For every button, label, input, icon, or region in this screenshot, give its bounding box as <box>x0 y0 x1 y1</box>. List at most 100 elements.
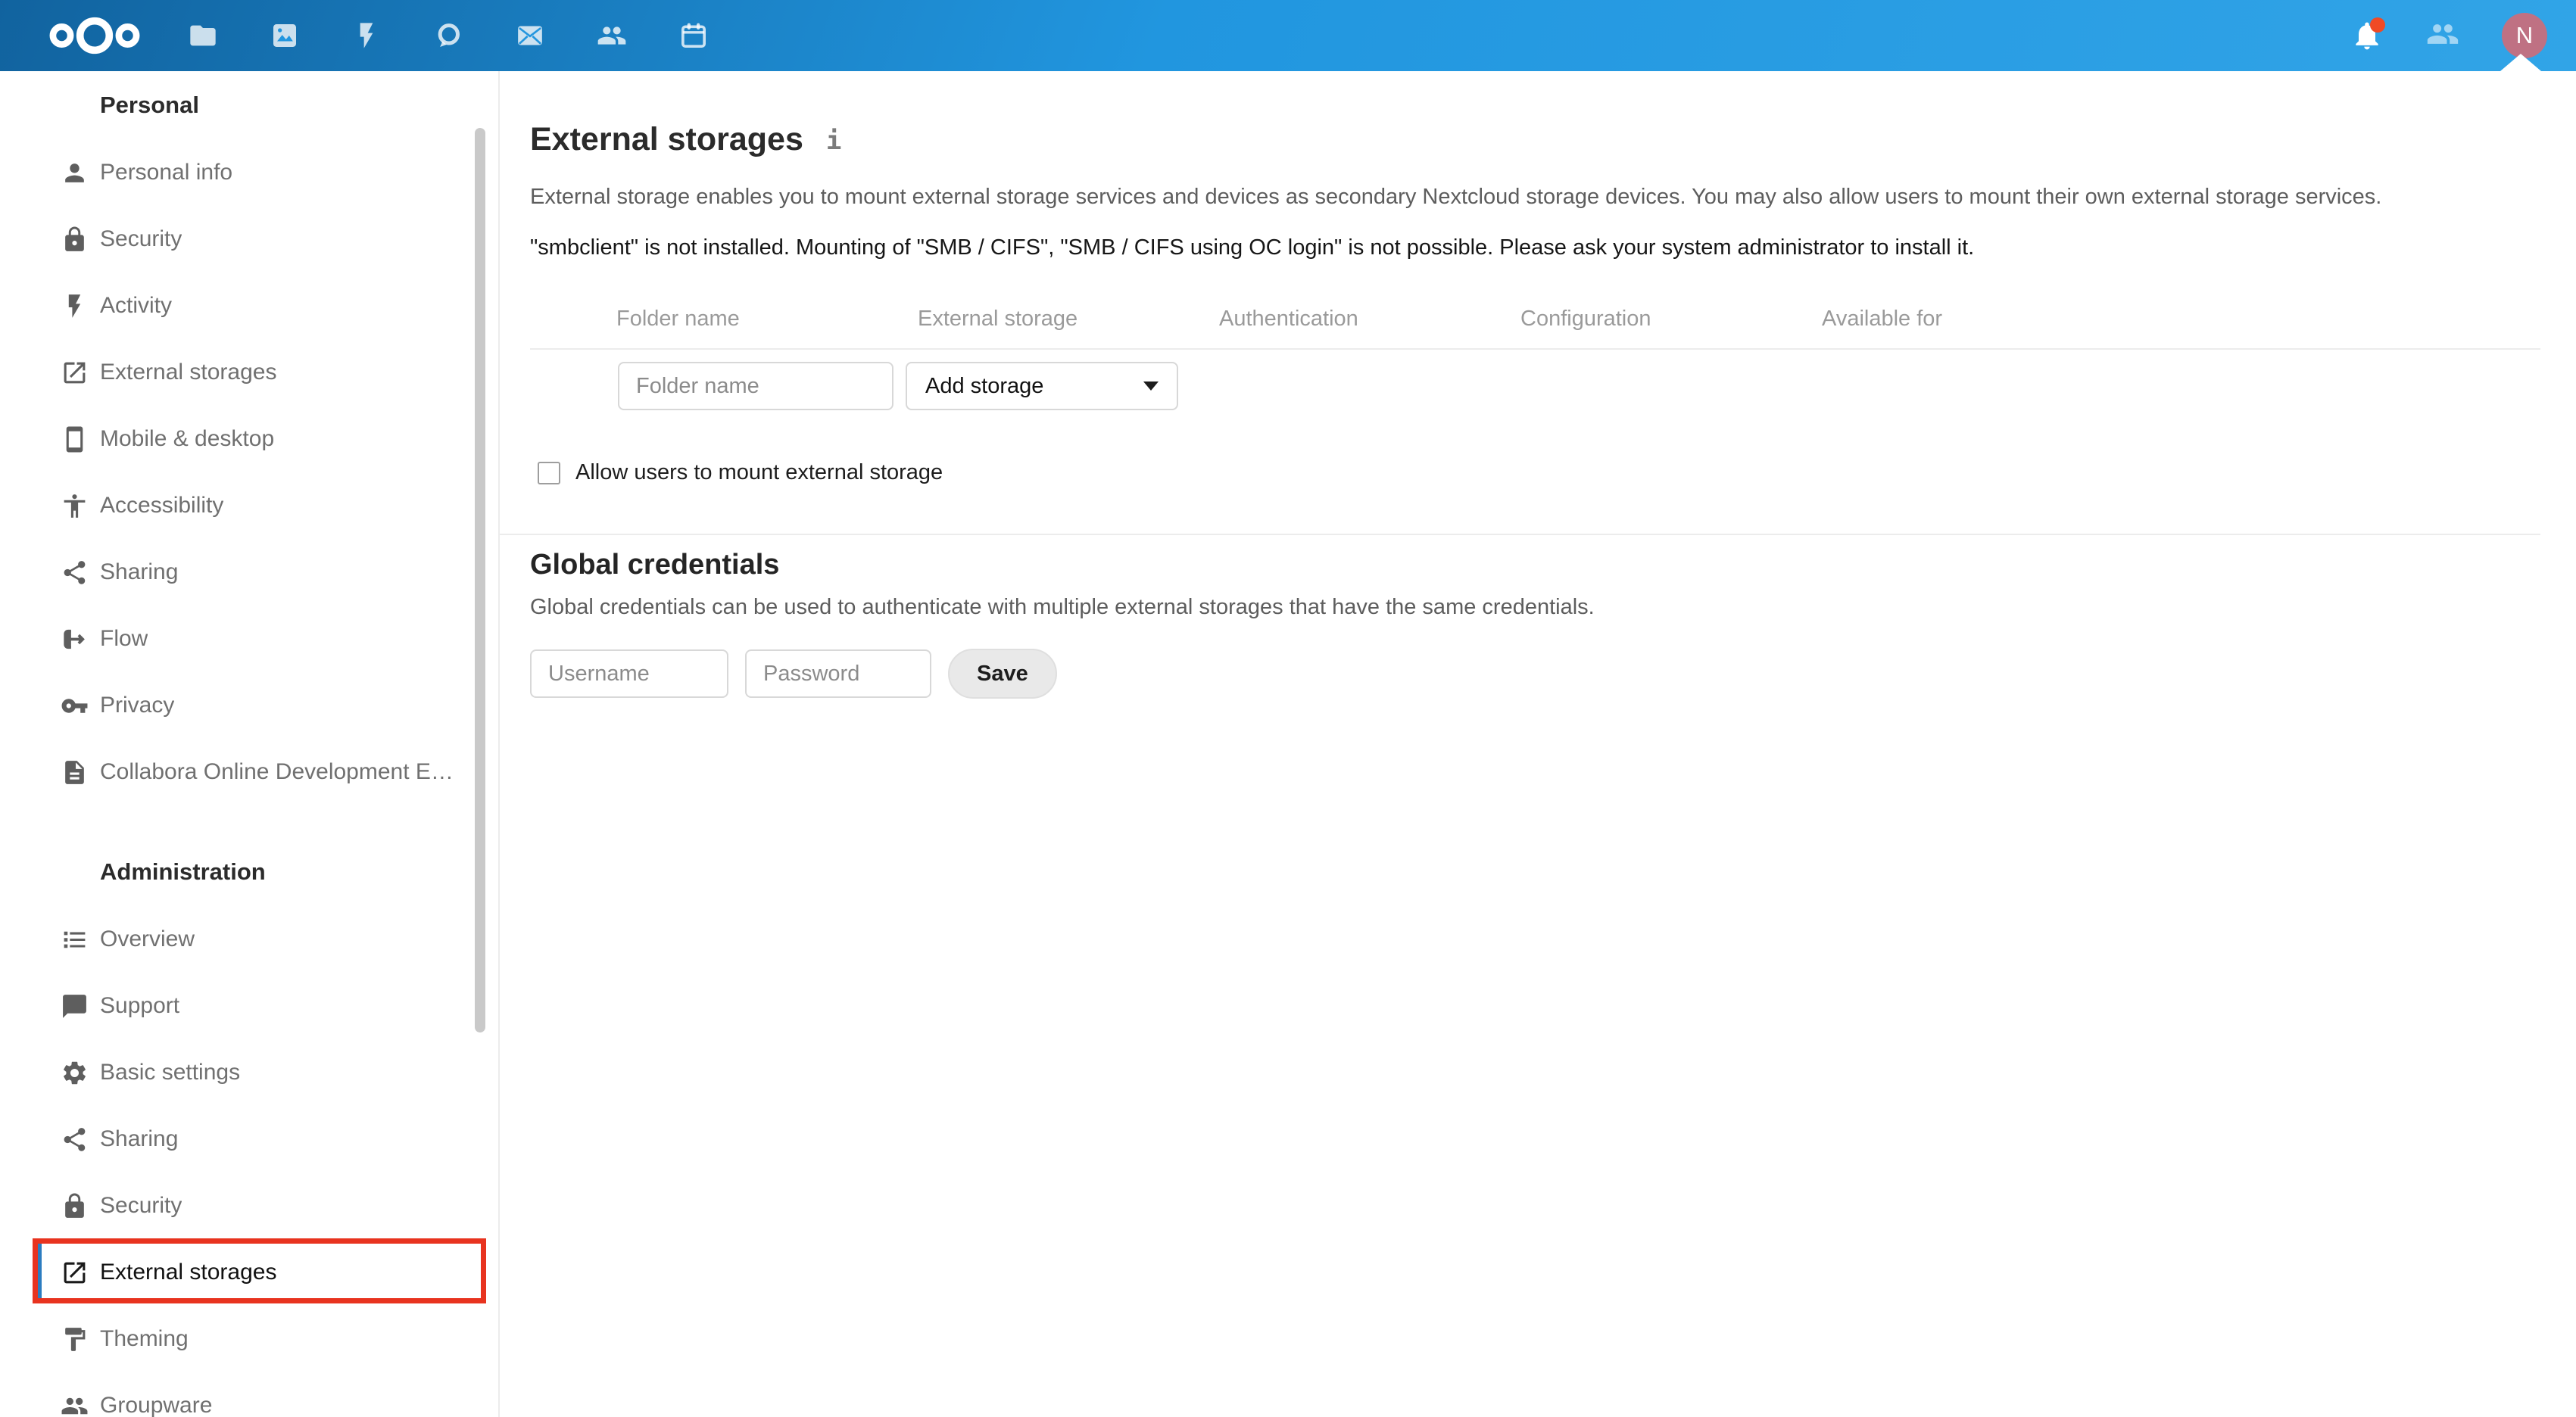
new-storage-row: Add storage <box>530 362 2540 410</box>
sidebar-item-security-admin[interactable]: Security <box>0 1173 498 1239</box>
smbclient-warning-text: "smbclient" is not installed. Mounting o… <box>530 235 1975 260</box>
password-field[interactable] <box>745 649 931 698</box>
sidebar-item-label: External storages <box>100 360 277 385</box>
section-title-personal: Personal <box>100 92 199 118</box>
photos-icon[interactable] <box>270 20 300 51</box>
notification-dot <box>2370 17 2385 33</box>
activity-icon[interactable] <box>351 20 382 51</box>
sidebar-item-accessibility[interactable]: Accessibility <box>0 472 498 539</box>
sidebar-item-basic-settings[interactable]: Basic settings <box>0 1039 498 1106</box>
sidebar-item-label: Security <box>100 1193 182 1218</box>
add-storage-select-value: Add storage <box>925 373 1044 398</box>
sidebar-item-collabora[interactable]: Collabora Online Development Edit… <box>0 739 498 805</box>
sidebar-item-label: Basic settings <box>100 1060 241 1085</box>
flow-icon <box>59 624 89 654</box>
top-bar: N <box>0 0 2576 71</box>
phone-icon <box>59 424 89 454</box>
talk-icon[interactable] <box>433 20 463 51</box>
user-icon <box>59 157 89 188</box>
sidebar-item-privacy[interactable]: Privacy <box>0 672 498 739</box>
sidebar-item-flow[interactable]: Flow <box>0 606 498 672</box>
sidebar-item-activity[interactable]: Activity <box>0 272 498 339</box>
global-credentials-description: Global credentials can be used to authen… <box>530 595 1595 619</box>
personal-nav-list: Personal info Security Activity External… <box>0 139 498 805</box>
sidebar-item-label: Privacy <box>100 693 175 718</box>
administration-nav-list: Overview Support Basic settings Sharing … <box>0 906 498 1417</box>
sidebar-item-label: Sharing <box>100 1126 179 1151</box>
files-icon[interactable] <box>188 20 218 51</box>
table-header-divider <box>530 348 2540 350</box>
external-link-icon <box>59 1257 89 1288</box>
sidebar-item-external-storages-admin[interactable]: External storages <box>0 1238 498 1306</box>
paint-roller-icon <box>59 1324 89 1354</box>
nextcloud-logo-icon[interactable] <box>44 14 145 58</box>
column-header-external-storage: External storage <box>918 307 1078 331</box>
sidebar-item-external-storages-personal[interactable]: External storages <box>0 339 498 406</box>
sidebar-item-label: Collabora Online Development Edit… <box>100 759 456 784</box>
column-header-configuration: Configuration <box>1520 307 1651 331</box>
allow-users-mount-label[interactable]: Allow users to mount external storage <box>575 460 943 485</box>
share-icon <box>59 1124 89 1154</box>
sidebar-item-label: Flow <box>100 626 148 651</box>
external-storages-settings-panel: External storages i External storage ena… <box>500 71 2576 1417</box>
mail-icon[interactable] <box>515 20 545 51</box>
allow-mount-row: Allow users to mount external storage <box>530 460 2540 485</box>
share-icon <box>59 557 89 587</box>
sidebar-item-label: Theming <box>100 1326 189 1351</box>
calendar-icon[interactable] <box>678 20 709 51</box>
lock-icon <box>59 1191 89 1221</box>
global-credentials-title: Global credentials <box>530 549 780 581</box>
storage-table-header: Folder name External storage Authenticat… <box>530 307 2540 332</box>
folder-name-input[interactable] <box>618 362 893 410</box>
chevron-down-icon <box>1143 382 1159 391</box>
document-icon <box>59 757 89 787</box>
sidebar-item-label: Support <box>100 993 180 1018</box>
accessibility-icon <box>59 490 89 521</box>
sidebar-item-label: Groupware <box>100 1393 213 1417</box>
people-icon <box>59 1391 89 1417</box>
sidebar-item-mobile-desktop[interactable]: Mobile & desktop <box>0 406 498 472</box>
info-icon[interactable]: i <box>826 126 841 156</box>
sidebar-item-sharing-admin[interactable]: Sharing <box>0 1106 498 1173</box>
sidebar-item-support[interactable]: Support <box>0 973 498 1039</box>
sidebar-item-personal-info[interactable]: Personal info <box>0 139 498 206</box>
key-icon <box>59 690 89 721</box>
column-header-authentication: Authentication <box>1219 307 1358 331</box>
contacts-icon[interactable] <box>597 20 627 51</box>
settings-sidebar: Personal Personal info Security Activity… <box>0 71 500 1417</box>
sidebar-item-label: Mobile & desktop <box>100 426 275 451</box>
sidebar-item-overview[interactable]: Overview <box>0 906 498 973</box>
column-header-folder-name: Folder name <box>616 307 740 331</box>
sidebar-item-groupware[interactable]: Groupware <box>0 1372 498 1417</box>
bolt-icon <box>59 291 89 321</box>
external-link-icon <box>59 357 89 388</box>
top-bar-right: N <box>2350 13 2547 58</box>
list-icon <box>59 924 89 955</box>
page-title: External storages <box>530 121 803 157</box>
app-menu <box>188 20 709 51</box>
settings-menu-arrow <box>2500 54 2541 71</box>
lock-icon <box>59 224 89 254</box>
avatar[interactable]: N <box>2502 13 2547 58</box>
column-header-available-for: Available for <box>1822 307 1943 331</box>
username-field[interactable] <box>530 649 728 698</box>
sidebar-item-sharing-personal[interactable]: Sharing <box>0 539 498 606</box>
contacts-menu-icon[interactable] <box>2426 17 2459 54</box>
sidebar-item-security-personal[interactable]: Security <box>0 206 498 272</box>
add-storage-select[interactable]: Add storage <box>906 362 1178 410</box>
allow-users-mount-checkbox[interactable] <box>538 461 560 484</box>
save-button[interactable]: Save <box>948 649 1057 699</box>
intro-text: External storage enables you to mount ex… <box>530 185 2382 209</box>
sidebar-item-label: Security <box>100 226 182 251</box>
notifications-bell-icon[interactable] <box>2350 17 2385 52</box>
sidebar-item-label: External storages <box>100 1260 277 1285</box>
sidebar-item-label: Activity <box>100 293 173 318</box>
sidebar-item-theming[interactable]: Theming <box>0 1306 498 1372</box>
page-title-row: External storages i <box>530 120 2540 159</box>
comment-icon <box>59 991 89 1021</box>
sidebar-item-label: Overview <box>100 926 195 951</box>
sidebar-item-label: Accessibility <box>100 493 224 518</box>
section-title-administration: Administration <box>100 858 266 885</box>
sidebar-scrollbar-thumb[interactable] <box>475 128 485 1032</box>
sidebar-item-label: Personal info <box>100 160 233 185</box>
